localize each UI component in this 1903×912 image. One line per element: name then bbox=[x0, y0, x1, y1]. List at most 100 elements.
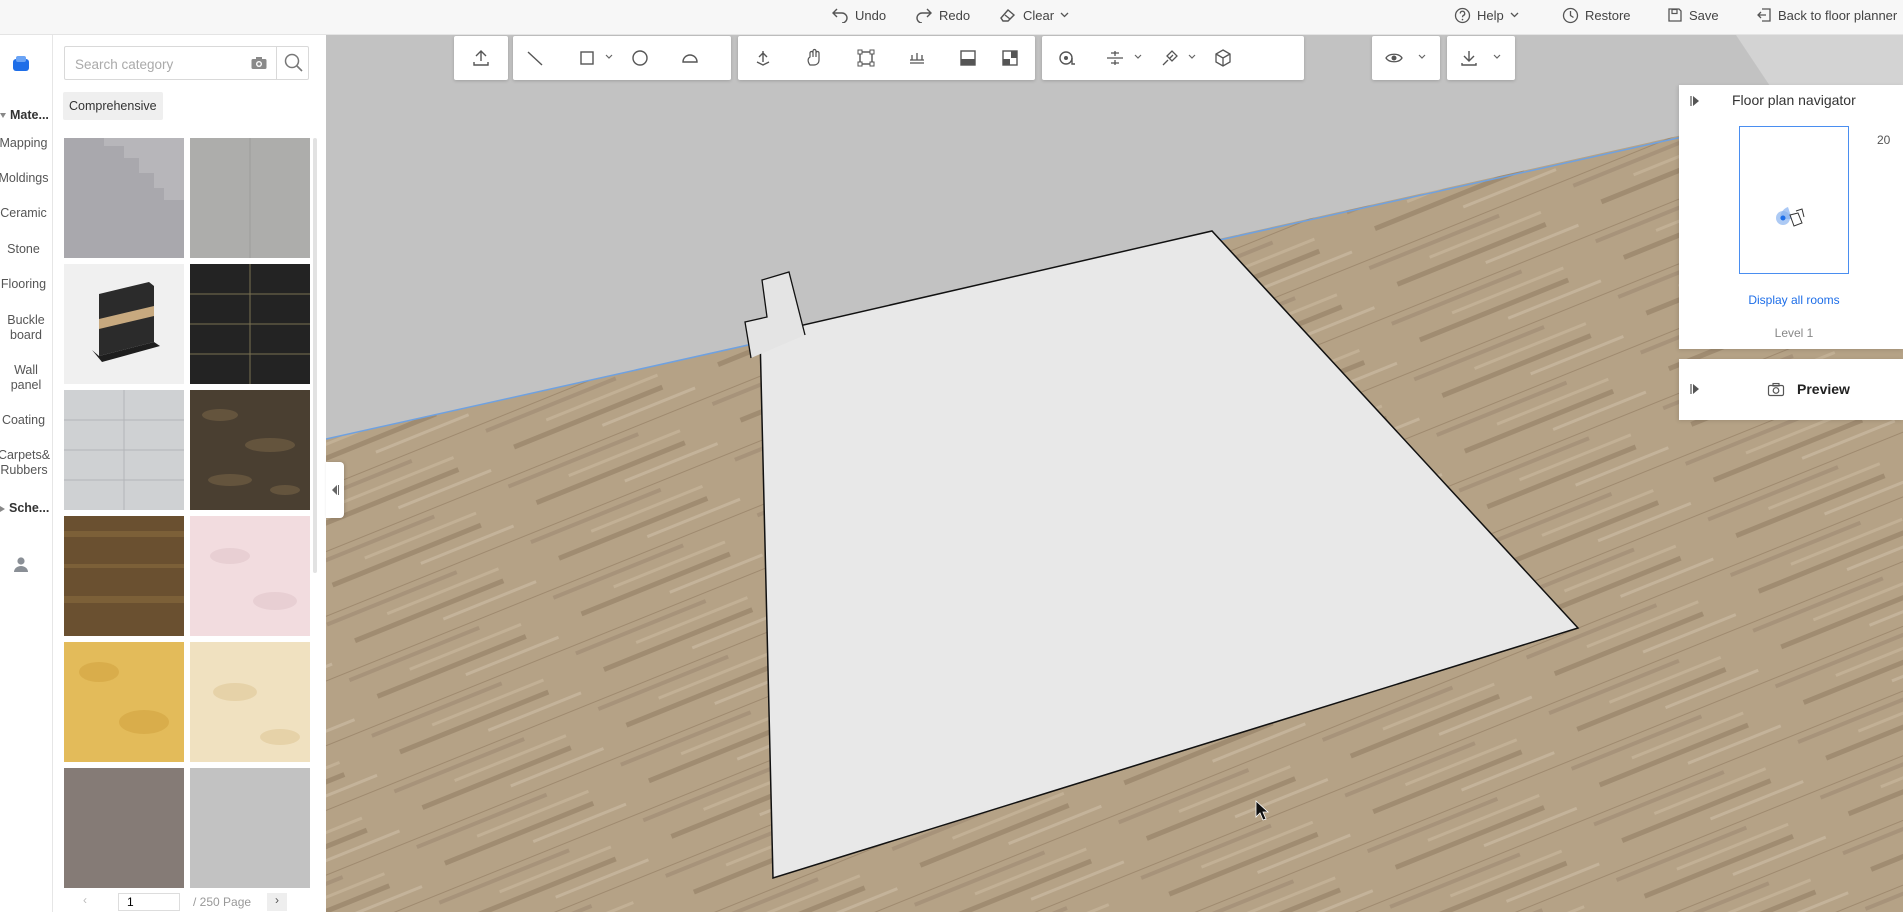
search-box bbox=[64, 46, 309, 81]
back-to-floor-planner-button[interactable]: Back to floor planner bbox=[1756, 0, 1897, 30]
search-button[interactable] bbox=[276, 47, 309, 79]
undo-icon bbox=[832, 8, 848, 23]
molding-icon bbox=[92, 282, 160, 362]
material-tile-skirting-molding[interactable] bbox=[64, 264, 184, 384]
upload-icon[interactable] bbox=[471, 48, 491, 68]
tile-texture bbox=[249, 138, 251, 258]
search-input[interactable] bbox=[65, 47, 247, 81]
eye-icon[interactable] bbox=[1384, 48, 1404, 68]
rail-item-carpets-rubbers[interactable]: Carpets& Rubbers bbox=[0, 448, 52, 478]
materials-logo-icon[interactable] bbox=[11, 54, 31, 74]
preview-label: Preview bbox=[1797, 381, 1850, 397]
camera-icon bbox=[1767, 382, 1785, 396]
tile-texture bbox=[213, 683, 300, 745]
user-icon[interactable] bbox=[12, 555, 30, 573]
chevron-down-icon[interactable] bbox=[1493, 54, 1501, 60]
material-tile-brown-wood[interactable] bbox=[64, 516, 184, 636]
material-tile-black-grid[interactable] bbox=[190, 264, 310, 384]
floor-plan-thumbnail bbox=[1776, 207, 1805, 227]
arc-tool-icon[interactable] bbox=[680, 48, 700, 68]
prev-page-icon[interactable]: ‹ bbox=[83, 893, 87, 907]
material-tile-dark-stone[interactable] bbox=[190, 390, 310, 510]
caret-down-icon bbox=[0, 113, 6, 119]
rail-item-wall-panel[interactable]: Wall panel bbox=[2, 363, 50, 393]
rail-item-moldings[interactable]: Moldings bbox=[0, 171, 50, 186]
download-icon[interactable] bbox=[1459, 48, 1479, 68]
chevron-down-icon[interactable] bbox=[1134, 54, 1142, 60]
search-icon bbox=[284, 53, 303, 72]
line-tool-icon[interactable] bbox=[525, 48, 545, 68]
material-tile-white-grid[interactable] bbox=[64, 390, 184, 510]
chevron-down-icon bbox=[1510, 12, 1519, 18]
chevron-down-icon[interactable] bbox=[605, 54, 613, 60]
rail-item-mapping[interactable]: Mapping bbox=[0, 136, 50, 151]
exit-icon bbox=[1757, 8, 1771, 22]
anchor-point-icon[interactable] bbox=[753, 48, 773, 68]
redo-button[interactable]: Redo bbox=[915, 0, 970, 30]
caret-right-icon bbox=[0, 505, 5, 512]
save-icon bbox=[1668, 8, 1682, 22]
materials-section-header[interactable]: Mate... bbox=[0, 108, 52, 122]
clear-button[interactable]: Clear bbox=[999, 0, 1069, 30]
3d-viewport[interactable] bbox=[326, 35, 1903, 912]
chevron-down-icon[interactable] bbox=[1188, 54, 1196, 60]
tile-texture bbox=[64, 531, 184, 603]
material-panel: Comprehensive ‹ / 250 Page › bbox=[53, 35, 326, 912]
navigator-toggle-icon[interactable] bbox=[1689, 95, 1701, 107]
tape-measure-icon[interactable] bbox=[1056, 48, 1076, 68]
toolbar-group-import bbox=[454, 36, 508, 80]
material-tile-light-grey-panel[interactable] bbox=[190, 138, 310, 258]
collapse-left-icon bbox=[332, 485, 339, 495]
panel-scrollbar[interactable] bbox=[313, 138, 317, 573]
material-tile-yellow-stone[interactable] bbox=[64, 642, 184, 762]
material-tile-taupe[interactable] bbox=[64, 768, 184, 888]
material-tile-pink-marble[interactable] bbox=[190, 516, 310, 636]
spacing-tool-icon[interactable] bbox=[907, 48, 927, 68]
help-button[interactable]: Help bbox=[1454, 0, 1519, 30]
align-tool-icon[interactable] bbox=[1105, 48, 1125, 68]
material-tile-cream-marble[interactable] bbox=[190, 642, 310, 762]
page-input[interactable] bbox=[118, 893, 180, 911]
rail-item-stone[interactable]: Stone bbox=[0, 242, 50, 257]
toolbar-group-edit bbox=[738, 36, 1035, 80]
cube-tool-icon[interactable] bbox=[1213, 48, 1233, 68]
save-button[interactable]: Save bbox=[1667, 0, 1719, 30]
chevron-down-icon bbox=[1060, 12, 1069, 18]
navigator-map[interactable] bbox=[1739, 126, 1849, 274]
tile-texture bbox=[104, 138, 184, 200]
toolbar-group-export bbox=[1447, 36, 1515, 80]
brush-tool-icon[interactable] bbox=[1160, 48, 1180, 68]
rail-item-buckle-board[interactable]: Buckle board bbox=[2, 313, 50, 343]
rail-item-flooring[interactable]: Flooring bbox=[0, 277, 50, 292]
material-tile-grey-wall[interactable] bbox=[64, 138, 184, 258]
rail-item-coating[interactable]: Coating bbox=[0, 413, 50, 428]
camera-search-button[interactable] bbox=[250, 55, 268, 71]
rail-item-ceramic[interactable]: Ceramic bbox=[0, 206, 50, 221]
restore-button[interactable]: Restore bbox=[1562, 0, 1631, 30]
schemes-section-header[interactable]: Sche... bbox=[0, 501, 52, 515]
next-page-button[interactable]: › bbox=[267, 893, 287, 911]
hand-tool-icon[interactable] bbox=[804, 48, 824, 68]
save-label: Save bbox=[1689, 7, 1719, 23]
layout-tool-icon[interactable] bbox=[1000, 48, 1020, 68]
restore-label: Restore bbox=[1585, 7, 1631, 23]
rectangle-tool-icon[interactable] bbox=[577, 48, 597, 68]
help-icon bbox=[1454, 7, 1471, 23]
preview-toggle-icon[interactable] bbox=[1689, 383, 1701, 395]
toolbar-group-draw bbox=[513, 36, 731, 80]
display-all-rooms-link[interactable]: Display all rooms bbox=[1679, 293, 1903, 307]
material-tile-silver[interactable] bbox=[190, 768, 310, 888]
frame-select-icon[interactable] bbox=[856, 48, 876, 68]
preview-button[interactable]: Preview bbox=[1767, 378, 1850, 400]
preview-panel: Preview bbox=[1679, 359, 1903, 420]
filter-comprehensive[interactable]: Comprehensive bbox=[63, 92, 163, 120]
tile-texture bbox=[190, 264, 310, 384]
circle-tool-icon[interactable] bbox=[630, 48, 650, 68]
undo-button[interactable]: Undo bbox=[831, 0, 886, 30]
panel-tool-icon[interactable] bbox=[958, 48, 978, 68]
eraser-icon bbox=[1000, 9, 1016, 22]
chevron-down-icon[interactable] bbox=[1418, 54, 1426, 60]
scene-render bbox=[326, 35, 1903, 912]
collapse-panel-button[interactable] bbox=[326, 462, 344, 518]
toolbar-group-view bbox=[1372, 36, 1440, 80]
